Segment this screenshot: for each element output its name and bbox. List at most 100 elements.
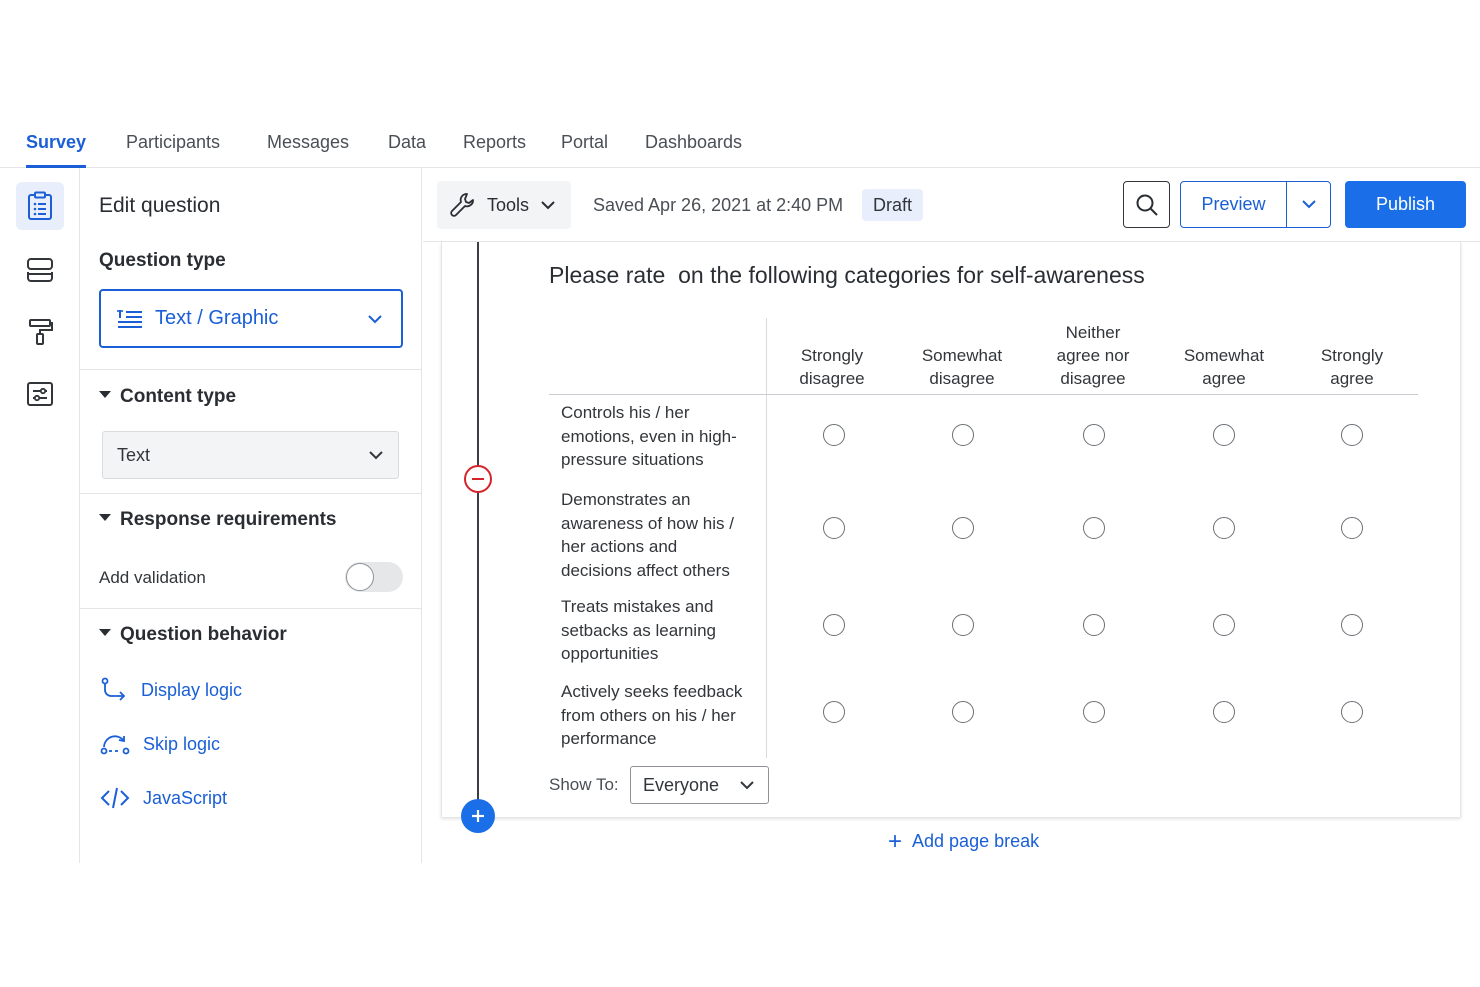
matrix-divider bbox=[766, 318, 767, 758]
response-requirements-heading[interactable]: Response requirements bbox=[99, 509, 336, 531]
statement-label: Treats mistakes and setbacks as learning o… bbox=[561, 597, 716, 663]
statement-label: Demonstrates an awareness of how his / her… bbox=[561, 490, 734, 580]
radio-option[interactable] bbox=[823, 424, 845, 446]
tab-data[interactable]: Data bbox=[388, 132, 426, 168]
search-button[interactable] bbox=[1123, 181, 1170, 228]
text-graphic-icon bbox=[117, 309, 142, 328]
column-header: Somewhat agree bbox=[1183, 346, 1265, 388]
display-logic-link[interactable]: Display logic bbox=[100, 677, 242, 703]
preview-dropdown[interactable] bbox=[1287, 182, 1330, 227]
show-to-value: Everyone bbox=[643, 774, 720, 795]
content-type-heading[interactable]: Content type bbox=[99, 386, 236, 408]
caret-down-icon bbox=[99, 391, 111, 399]
statement-label: Actively seeks feedback from others on hi… bbox=[561, 682, 743, 748]
radio-option[interactable] bbox=[1341, 517, 1363, 539]
tab-messages[interactable]: Messages bbox=[267, 132, 349, 168]
rail-look-and-feel[interactable] bbox=[16, 308, 64, 356]
survey-flow-icon bbox=[27, 258, 53, 282]
saved-status: Saved Apr 26, 2021 at 2:40 PM bbox=[593, 195, 844, 215]
content-type-value: Text bbox=[117, 444, 151, 465]
skip-logic-label: Skip logic bbox=[143, 733, 221, 754]
skip-logic-icon bbox=[100, 735, 130, 755]
radio-option[interactable] bbox=[1083, 517, 1105, 539]
preview-split-button: Preview bbox=[1180, 181, 1331, 228]
rail-survey-flow[interactable] bbox=[16, 246, 64, 294]
statement-label: Controls his / her emotions, even in high… bbox=[561, 403, 737, 469]
tab-dashboards[interactable]: Dashboards bbox=[645, 132, 742, 168]
question-title[interactable]: Please rate on the following categories … bbox=[549, 262, 1145, 289]
clipboard-icon bbox=[28, 191, 52, 220]
radio-option[interactable] bbox=[823, 517, 845, 539]
search-icon bbox=[1136, 194, 1158, 216]
show-to-label: Show To: bbox=[549, 775, 619, 794]
chevron-down-icon bbox=[369, 451, 383, 460]
radio-option[interactable] bbox=[823, 701, 845, 723]
question-behavior-heading[interactable]: Question behavior bbox=[99, 624, 287, 646]
publish-button[interactable]: Publish bbox=[1345, 181, 1466, 228]
paint-roller-icon bbox=[29, 319, 53, 345]
show-to-select[interactable]: Everyone bbox=[630, 766, 769, 804]
radio-option[interactable] bbox=[952, 614, 974, 636]
rail-survey-builder[interactable] bbox=[16, 182, 64, 230]
radio-option[interactable] bbox=[952, 701, 974, 723]
preview-button[interactable]: Preview bbox=[1181, 182, 1287, 227]
add-validation-label: Add validation bbox=[99, 568, 206, 587]
matrix-header-divider bbox=[549, 394, 1418, 395]
remove-question-button[interactable] bbox=[464, 465, 492, 493]
column-header: Strongly disagree bbox=[799, 346, 865, 388]
radio-option[interactable] bbox=[1341, 701, 1363, 723]
toggle-knob bbox=[346, 563, 374, 591]
tab-portal[interactable]: Portal bbox=[561, 132, 608, 168]
add-question-button[interactable] bbox=[461, 799, 495, 833]
skip-logic-link[interactable]: Skip logic bbox=[100, 732, 220, 756]
column-header: Neither agree nor disagree bbox=[1056, 323, 1130, 388]
display-logic-label: Display logic bbox=[141, 679, 243, 700]
chevron-down-icon bbox=[740, 780, 754, 789]
tools-label: Tools bbox=[487, 194, 530, 215]
wrench-icon bbox=[450, 193, 474, 217]
edit-question-panel: Edit question Question type Text / Graph… bbox=[80, 168, 422, 863]
add-page-break-label: Add page break bbox=[912, 831, 1040, 851]
radio-option[interactable] bbox=[1083, 424, 1105, 446]
plus-icon bbox=[472, 810, 484, 822]
radio-option[interactable] bbox=[823, 614, 845, 636]
tool-rail bbox=[0, 168, 80, 863]
tab-participants[interactable]: Participants bbox=[126, 132, 220, 168]
chevron-down-icon bbox=[1301, 200, 1316, 209]
add-validation-toggle[interactable] bbox=[345, 562, 403, 592]
divider bbox=[80, 608, 422, 609]
question-type-value: Text / Graphic bbox=[155, 307, 279, 329]
tab-survey[interactable]: Survey bbox=[26, 132, 87, 168]
radio-option[interactable] bbox=[1083, 701, 1105, 723]
radio-option[interactable] bbox=[952, 517, 974, 539]
radio-option[interactable] bbox=[1083, 614, 1105, 636]
javascript-link[interactable]: JavaScript bbox=[100, 786, 227, 810]
add-page-break-link[interactable]: + Add page break bbox=[888, 827, 1040, 855]
panel-title: Edit question bbox=[99, 194, 221, 217]
tab-reports[interactable]: Reports bbox=[463, 132, 526, 168]
radio-option[interactable] bbox=[1213, 424, 1235, 446]
column-header: Somewhat disagree bbox=[921, 346, 1003, 388]
radio-option[interactable] bbox=[1213, 517, 1235, 539]
plus-icon: + bbox=[888, 827, 903, 855]
question-type-heading: Question type bbox=[99, 250, 226, 271]
radio-option[interactable] bbox=[1213, 614, 1235, 636]
status-badge: Draft bbox=[862, 189, 924, 221]
radio-option[interactable] bbox=[1213, 701, 1235, 723]
caret-down-icon bbox=[99, 514, 111, 522]
radio-option[interactable] bbox=[1341, 614, 1363, 636]
column-header: Strongly agree bbox=[1320, 346, 1384, 388]
display-logic-icon bbox=[101, 677, 126, 701]
minus-icon bbox=[472, 478, 484, 480]
chevron-down-icon bbox=[541, 200, 555, 209]
rail-survey-options[interactable] bbox=[16, 370, 64, 418]
question-type-select[interactable]: Text / Graphic bbox=[99, 289, 403, 348]
code-icon bbox=[100, 787, 130, 809]
radio-option[interactable] bbox=[1341, 424, 1363, 446]
content-type-select[interactable]: Text bbox=[102, 431, 399, 479]
block-timeline bbox=[477, 242, 479, 817]
top-nav: Survey Participants Messages Data Report… bbox=[0, 120, 1480, 168]
javascript-label: JavaScript bbox=[143, 787, 228, 808]
tools-button[interactable]: Tools bbox=[437, 181, 571, 229]
radio-option[interactable] bbox=[952, 424, 974, 446]
